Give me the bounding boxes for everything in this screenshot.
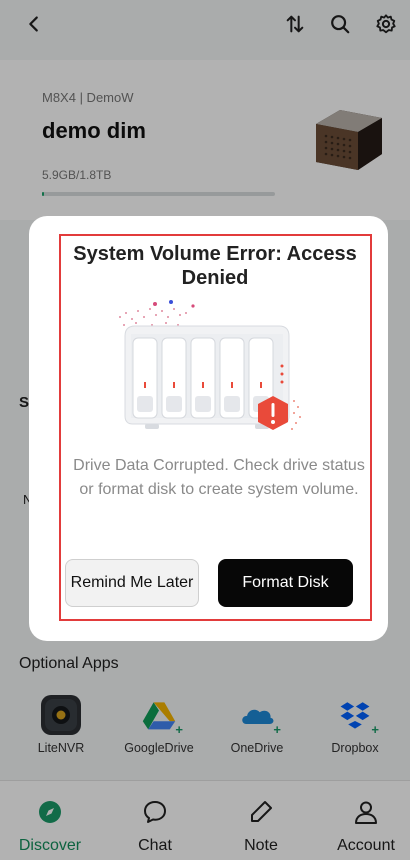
system-volume-error-dialog: System Volume Error: Access Denied Drive… (29, 216, 388, 641)
dialog-message: Drive Data Corrupted. Check drive status… (73, 457, 365, 498)
nas-error-illustration (119, 300, 301, 430)
dialog-title: System Volume Error: Access Denied (73, 243, 357, 289)
remind-me-later-button[interactable]: Remind Me Later (65, 559, 199, 607)
format-disk-button[interactable]: Format Disk (218, 559, 353, 607)
